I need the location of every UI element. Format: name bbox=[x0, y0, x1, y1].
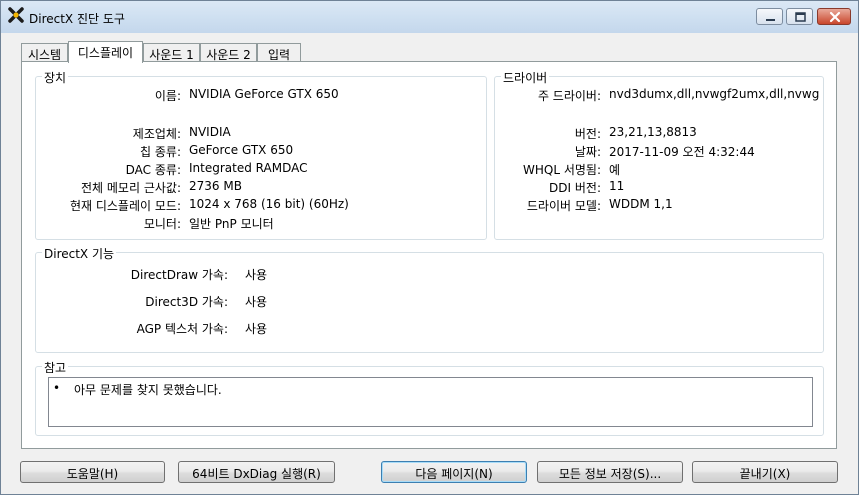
dac-type-label: DAC 종류: bbox=[125, 163, 181, 177]
tab-input[interactable]: 입력 bbox=[257, 43, 301, 62]
tab-system[interactable]: 시스템 bbox=[21, 43, 68, 62]
monitor-label: 모니터: bbox=[143, 217, 181, 231]
display-mode-label: 현재 디스플레이 모드: bbox=[69, 199, 181, 213]
tab-label: 디스플레이 bbox=[77, 46, 134, 60]
minimize-button[interactable] bbox=[756, 8, 783, 25]
driver-version-label: 버전: bbox=[574, 127, 601, 141]
dxdiag-window: DirectX 진단 도구 시스템 디스플레이 사운드 1 사운드 2 입력 장… bbox=[0, 0, 859, 495]
ddi-version-label: DDI 버전: bbox=[549, 181, 601, 195]
tab-sound-1[interactable]: 사운드 1 bbox=[143, 43, 200, 62]
main-driver-label: 주 드라이버: bbox=[537, 89, 601, 103]
direct3d-value: 사용 bbox=[245, 295, 268, 309]
save-all-information-button[interactable]: 모든 정보 저장(S)... bbox=[537, 461, 683, 483]
total-memory-label: 전체 메모리 근사값: bbox=[81, 181, 181, 195]
monitor-value: 일반 PnP 모니터 bbox=[189, 217, 274, 231]
close-icon bbox=[829, 11, 841, 23]
directdraw-label: DirectDraw 가속: bbox=[130, 268, 228, 282]
main-driver-value: nvd3dumx,dll,nvwgf2umx,dll,nvwgf2u bbox=[609, 87, 819, 101]
whql-value: 예 bbox=[609, 163, 621, 177]
next-page-button[interactable]: 다음 페이지(N) bbox=[381, 461, 527, 483]
notes-bullet: • bbox=[53, 381, 61, 395]
notes-title: 참고 bbox=[42, 359, 69, 376]
exit-button-label: 끝내기(X) bbox=[739, 467, 791, 481]
direct3d-label: Direct3D 가속: bbox=[145, 295, 228, 309]
exit-button[interactable]: 끝내기(X) bbox=[692, 461, 838, 483]
next-page-button-label: 다음 페이지(N) bbox=[415, 467, 493, 481]
total-memory-value: 2736 MB bbox=[189, 179, 242, 193]
directx-app-icon bbox=[8, 7, 24, 23]
notes-item: 아무 문제를 찾지 못했습니다. bbox=[74, 383, 222, 397]
manufacturer-value: NVIDIA bbox=[189, 125, 231, 139]
display-mode-value: 1024 x 768 (16 bit) (60Hz) bbox=[189, 197, 349, 211]
notes-textbox[interactable]: • 아무 문제를 찾지 못했습니다. bbox=[48, 377, 813, 427]
title-bar[interactable]: DirectX 진단 도구 bbox=[1, 1, 858, 33]
driver-version-value: 23,21,13,8813 bbox=[609, 125, 697, 139]
driver-group-title: 드라이버 bbox=[501, 69, 550, 86]
tab-label: 시스템 bbox=[27, 48, 62, 62]
help-button[interactable]: 도움말(H) bbox=[20, 461, 165, 483]
device-name-value: NVIDIA GeForce GTX 650 bbox=[189, 87, 339, 101]
dac-type-value: Integrated RAMDAC bbox=[189, 161, 308, 175]
driver-model-value: WDDM 1,1 bbox=[609, 197, 673, 211]
tab-display[interactable]: 디스플레이 bbox=[68, 41, 143, 63]
window-title: DirectX 진단 도구 bbox=[29, 12, 125, 26]
directdraw-value: 사용 bbox=[245, 268, 268, 282]
driver-date-value: 2017-11-09 오전 4:32:44 bbox=[609, 145, 755, 159]
help-button-label: 도움말(H) bbox=[66, 467, 119, 481]
tab-label: 사운드 2 bbox=[206, 48, 251, 62]
ddi-version-value: 11 bbox=[609, 179, 625, 193]
minimize-icon bbox=[766, 19, 775, 21]
tab-sound-2[interactable]: 사운드 2 bbox=[200, 43, 257, 62]
directx-features-title: DirectX 기능 bbox=[42, 245, 117, 262]
device-name-label: 이름: bbox=[154, 89, 181, 103]
agp-label: AGP 텍스처 가속: bbox=[136, 322, 228, 336]
tab-label: 입력 bbox=[267, 48, 291, 62]
driver-model-label: 드라이버 모델: bbox=[526, 199, 601, 213]
whql-label: WHQL 서명됨: bbox=[523, 163, 601, 177]
tab-label: 사운드 1 bbox=[149, 48, 194, 62]
maximize-button[interactable] bbox=[786, 8, 813, 25]
maximize-icon bbox=[795, 12, 806, 22]
close-button[interactable] bbox=[817, 8, 851, 25]
device-group-title: 장치 bbox=[42, 69, 69, 86]
chip-type-value: GeForce GTX 650 bbox=[189, 143, 294, 157]
run-64bit-button-label: 64비트 DxDiag 실행(R) bbox=[192, 467, 321, 481]
agp-value: 사용 bbox=[245, 322, 268, 336]
driver-date-label: 날짜: bbox=[574, 145, 601, 159]
save-all-button-label: 모든 정보 저장(S)... bbox=[558, 467, 662, 481]
manufacturer-label: 제조업체: bbox=[132, 127, 181, 141]
chip-type-label: 칩 종류: bbox=[140, 145, 181, 159]
run-64bit-dxdiag-button[interactable]: 64비트 DxDiag 실행(R) bbox=[178, 461, 335, 483]
